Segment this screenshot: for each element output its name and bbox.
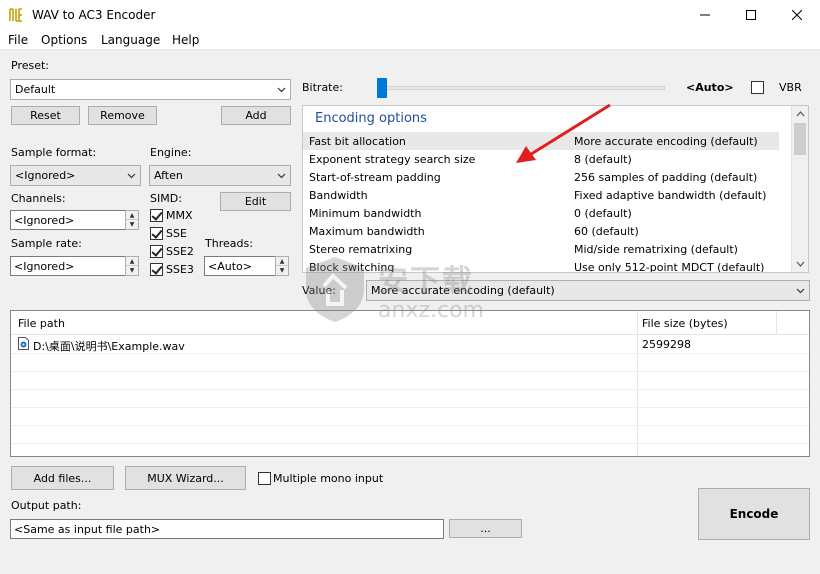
table-row[interactable]: D:\桌面\说明书\Example.wav 2599298	[11, 335, 809, 353]
list-item[interactable]: Maximum bandwidth 60 (default)	[303, 222, 779, 240]
remove-button[interactable]: Remove	[88, 106, 157, 125]
list-item[interactable]: Start-of-stream padding 256 samples of p…	[303, 168, 779, 186]
sse3-label: SSE3	[166, 263, 194, 276]
maximize-icon	[746, 10, 756, 20]
chevron-down-icon	[796, 288, 805, 294]
channels-label: Channels:	[11, 192, 66, 205]
spin-down-icon[interactable]: ▼	[126, 266, 138, 275]
threads-spinner[interactable]: ▲ ▼	[275, 256, 289, 276]
menu-options[interactable]: Options	[41, 33, 87, 47]
chevron-down-icon	[127, 173, 136, 179]
browse-button[interactable]: ...	[449, 519, 522, 538]
chevron-down-icon	[277, 173, 286, 179]
scroll-up-icon[interactable]	[796, 111, 805, 117]
edit-button[interactable]: Edit	[220, 192, 291, 211]
watermark-text-cn: 安下载	[378, 264, 474, 299]
channels-spinner[interactable]: ▲ ▼	[125, 210, 139, 230]
column-header-file-path[interactable]: File path	[18, 317, 65, 330]
list-item[interactable]: Minimum bandwidth 0 (default)	[303, 204, 779, 222]
multiple-mono-checkbox[interactable]	[258, 472, 271, 485]
bitrate-value: <Auto>	[686, 81, 734, 94]
reset-button[interactable]: Reset	[11, 106, 80, 125]
sample-rate-input[interactable]: <Ignored>	[10, 256, 126, 276]
preset-label: Preset:	[11, 59, 50, 72]
menu-file[interactable]: File	[8, 33, 28, 47]
close-button[interactable]	[774, 0, 820, 30]
sample-rate-spinner[interactable]: ▲ ▼	[125, 256, 139, 276]
sample-rate-label: Sample rate:	[11, 237, 82, 250]
bitrate-slider-track[interactable]	[380, 86, 665, 90]
spin-up-icon[interactable]: ▲	[276, 257, 288, 266]
vbr-checkbox[interactable]	[751, 81, 764, 94]
simd-label: SIMD:	[150, 192, 182, 205]
menu-bar: File Options Language Help	[0, 30, 820, 50]
maximize-button[interactable]	[728, 0, 774, 30]
sse-label: SSE	[166, 227, 187, 240]
engine-label: Engine:	[150, 146, 192, 159]
sample-format-label: Sample format:	[11, 146, 97, 159]
output-path-label: Output path:	[11, 499, 82, 512]
sse-checkbox[interactable]	[150, 227, 163, 240]
preset-combo[interactable]: Default	[10, 79, 291, 100]
spin-up-icon[interactable]: ▲	[126, 257, 138, 266]
sample-format-combo[interactable]: <Ignored>	[10, 165, 141, 186]
preset-value: Default	[15, 83, 56, 96]
add-preset-button[interactable]: Add	[221, 106, 291, 125]
sample-format-value: <Ignored>	[15, 169, 76, 182]
bitrate-label: Bitrate:	[302, 81, 343, 94]
app-icon	[8, 7, 24, 23]
mux-wizard-button[interactable]: MUX Wizard...	[125, 466, 246, 490]
menu-help[interactable]: Help	[172, 33, 199, 47]
sse3-checkbox[interactable]	[150, 263, 163, 276]
watermark-text-en: anxz.com	[378, 298, 484, 323]
spin-down-icon[interactable]: ▼	[126, 220, 138, 229]
list-item[interactable]: Bandwidth Fixed adaptive bandwidth (defa…	[303, 186, 779, 204]
mmx-label: MMX	[166, 209, 193, 222]
minimize-icon	[700, 14, 710, 16]
file-size-cell: 2599298	[642, 338, 691, 351]
file-path-cell: D:\桌面\说明书\Example.wav	[33, 340, 185, 353]
vbr-label: VBR	[779, 81, 802, 94]
audio-file-icon	[18, 337, 29, 350]
scroll-down-icon[interactable]	[796, 261, 805, 267]
file-list[interactable]: File path File size (bytes) D:\桌面\说明书\Ex…	[10, 310, 810, 457]
add-files-button[interactable]: Add files...	[11, 466, 114, 490]
chevron-down-icon	[277, 87, 286, 93]
menu-language[interactable]: Language	[101, 33, 160, 47]
mmx-checkbox[interactable]	[150, 209, 163, 222]
sse2-checkbox[interactable]	[150, 245, 163, 258]
column-divider	[776, 311, 777, 335]
spin-up-icon[interactable]: ▲	[126, 211, 138, 220]
window-title: WAV to AC3 Encoder	[32, 8, 156, 22]
encode-button[interactable]: Encode	[698, 488, 810, 540]
column-header-file-size[interactable]: File size (bytes)	[642, 317, 728, 330]
spin-down-icon[interactable]: ▼	[276, 266, 288, 275]
options-scrollbar[interactable]	[791, 106, 808, 272]
threads-input[interactable]: <Auto>	[204, 256, 276, 276]
output-path-input[interactable]: <Same as input file path>	[10, 519, 444, 539]
annotation-arrow-icon	[516, 103, 611, 163]
column-divider	[637, 311, 638, 456]
shield-icon	[306, 257, 364, 322]
channels-input[interactable]: <Ignored>	[10, 210, 126, 230]
multiple-mono-label: Multiple mono input	[273, 472, 384, 485]
close-icon	[792, 10, 802, 20]
watermark: 安下载 anxz.com	[300, 250, 530, 330]
scrollbar-thumb[interactable]	[794, 123, 806, 155]
minimize-button[interactable]	[682, 0, 728, 30]
engine-combo[interactable]: Aften	[149, 165, 291, 186]
engine-value: Aften	[154, 169, 183, 182]
encoding-options-header: Encoding options	[315, 111, 427, 126]
title-bar: WAV to AC3 Encoder	[0, 0, 820, 30]
bitrate-slider-thumb[interactable]	[377, 78, 387, 98]
sse2-label: SSE2	[166, 245, 194, 258]
threads-label: Threads:	[205, 237, 253, 250]
